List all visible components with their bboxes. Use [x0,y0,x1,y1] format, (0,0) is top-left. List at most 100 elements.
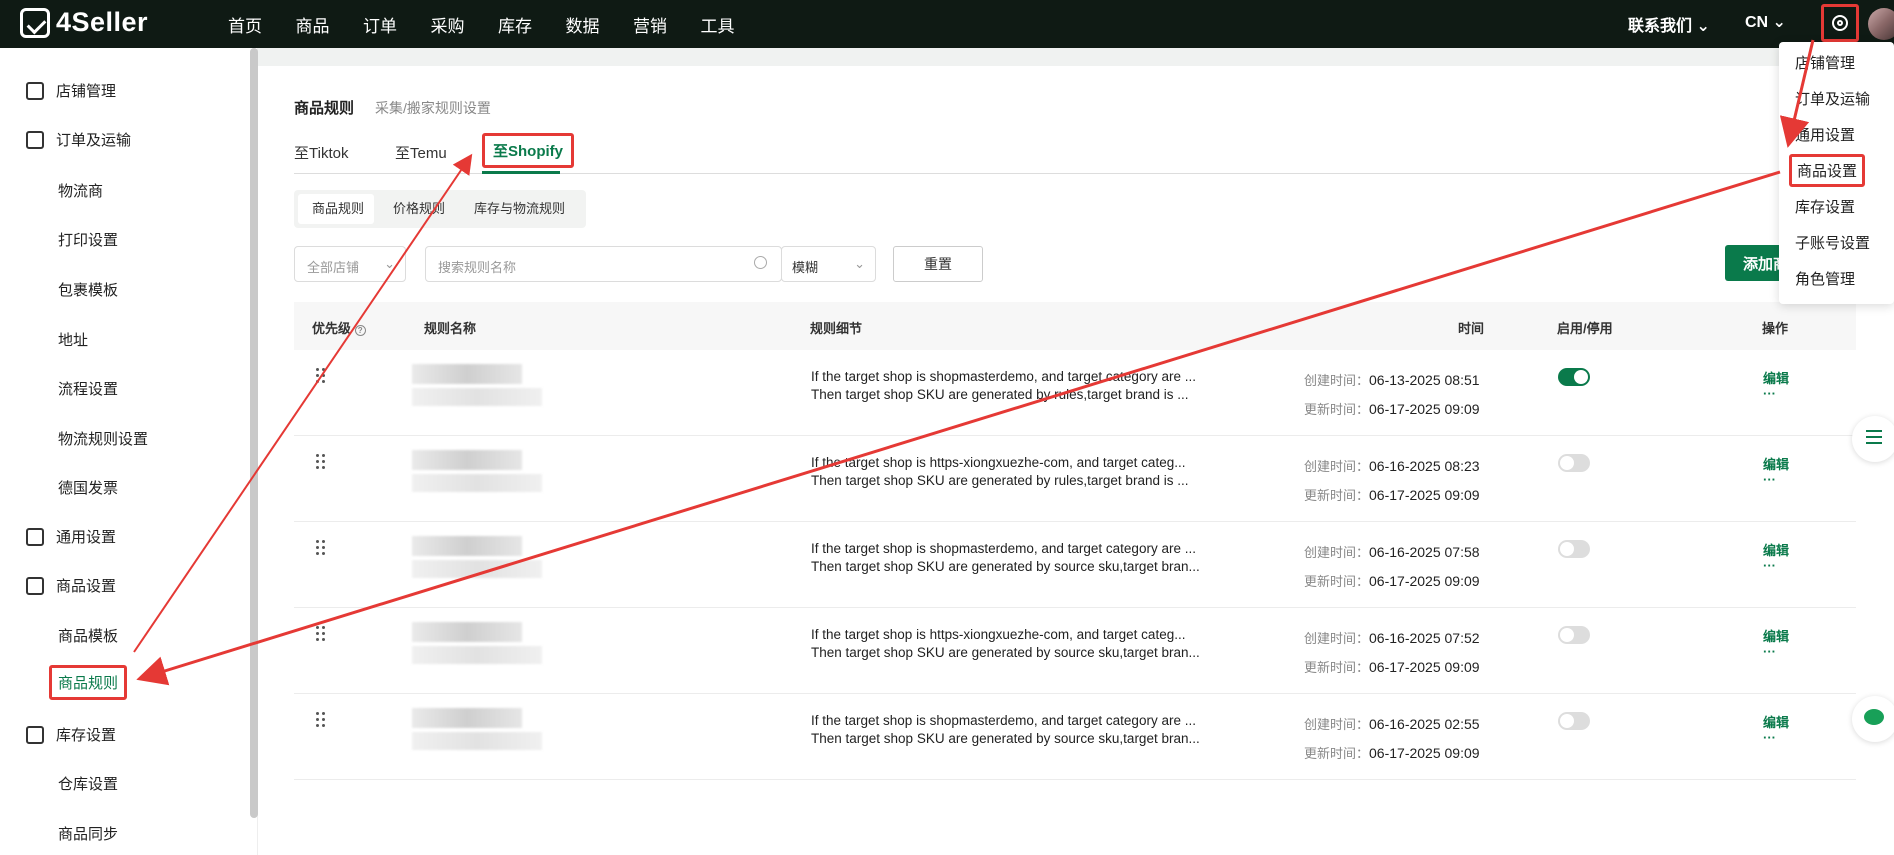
sidebar-item-product-rules[interactable]: 商品规则 [49,665,128,700]
menu-item-order-shipping[interactable]: 订单及运输 [1795,88,1870,109]
menu-item-general-settings[interactable]: 通用设置 [1795,124,1855,145]
updated-time: 更新时间：06-17-2025 09:09 [1304,659,1480,675]
sidebar-item-logistics-rules[interactable]: 物流规则设置 [58,428,148,449]
drag-handle-icon[interactable] [316,454,326,470]
drag-handle-icon[interactable] [316,712,326,728]
drag-handle-icon[interactable] [316,626,326,642]
edit-link[interactable]: 编辑 [1763,626,1789,645]
created-time: 创建时间：06-16-2025 07:58 [1304,544,1480,560]
contact-us-menu[interactable]: 联系我们 ⌄ [1628,12,1710,36]
nav-data[interactable]: 数据 [566,12,634,37]
rule-name-redacted [412,622,522,642]
rule-detail: If the target shop is shopmasterdemo, an… [811,368,1196,404]
created-time: 创建时间：06-13-2025 08:51 [1304,372,1480,388]
created-time: 创建时间：06-16-2025 02:55 [1304,716,1480,732]
rule-detail-result: Then target shop SKU are generated by ru… [811,387,1189,402]
sidebar-group-product-settings[interactable]: 商品设置 [26,575,116,596]
sidebar-item-print-settings[interactable]: 打印设置 [58,229,118,250]
rule-detail-condition: If the target shop is https-xiongxuezhe-… [811,455,1186,470]
inventory-icon [26,725,44,744]
enable-toggle[interactable] [1558,368,1590,386]
created-time: 创建时间：06-16-2025 08:23 [1304,458,1480,474]
subtab-inventory-logistics-rules[interactable]: 库存与物流规则 [474,198,565,217]
search-icon [754,256,767,269]
more-actions[interactable]: ··· [1763,386,1776,401]
sidebar-group-inventory-settings[interactable]: 库存设置 [26,724,116,745]
more-actions[interactable]: ··· [1763,644,1776,659]
nav-marketing[interactable]: 营销 [633,12,701,37]
sidebar-item-package-template[interactable]: 包裹模板 [58,279,118,300]
sidebar-group-shop-mgmt[interactable]: 店铺管理 [26,80,116,101]
tab-to-temu[interactable]: 至Temu [395,142,447,163]
main-nav: 首页 商品 订单 采购 库存 数据 营销 工具 [228,0,768,48]
nav-tools[interactable]: 工具 [701,12,769,37]
rule-name-redacted [412,708,522,728]
rule-detail: If the target shop is https-xiongxuezhe-… [811,454,1188,490]
more-actions[interactable]: ··· [1763,558,1776,573]
language-selector[interactable]: CN ⌄ [1745,12,1786,32]
enable-toggle[interactable] [1558,626,1590,644]
enable-toggle[interactable] [1558,540,1590,558]
more-actions[interactable]: ··· [1763,472,1776,487]
drag-handle-icon[interactable] [316,540,326,556]
avatar[interactable] [1868,8,1894,40]
rule-name-redacted-secondary [412,560,542,578]
rule-detail-result: Then target shop SKU are generated by so… [811,731,1200,746]
rule-name-redacted-secondary [412,732,542,750]
nav-inventory[interactable]: 库存 [498,12,566,37]
subtab-product-rules[interactable]: 商品规则 [312,198,364,217]
nav-orders[interactable]: 订单 [363,12,431,37]
logo[interactable]: 4Seller [20,7,148,38]
sidebar-scrollbar[interactable] [250,48,258,818]
floating-support-button[interactable] [1852,696,1894,742]
store-filter-select[interactable]: 全部店铺 ⌄ [294,246,406,282]
menu-item-product-settings[interactable]: 商品设置 [1789,154,1866,187]
table-row: If the target shop is shopmasterdemo, an… [294,350,1856,436]
rule-name-redacted-secondary [412,474,542,492]
printer-icon [26,527,44,546]
updated-time: 更新时间：06-17-2025 09:09 [1304,401,1480,417]
header-time: 时间 [1458,321,1485,336]
nav-purchase[interactable]: 采购 [431,12,499,37]
sidebar-item-carrier[interactable]: 物流商 [58,180,103,201]
sidebar-item-warehouse-settings[interactable]: 仓库设置 [58,773,118,794]
tab-to-shopify[interactable]: 至Shopify [482,133,574,168]
floating-search-button[interactable] [1852,416,1894,462]
edit-link[interactable]: 编辑 [1763,712,1789,731]
menu-item-role-management[interactable]: 角色管理 [1795,268,1855,289]
edit-link[interactable]: 编辑 [1763,368,1789,387]
tab-to-tiktok[interactable]: 至Tiktok [294,142,348,163]
rule-detail-result: Then target shop SKU are generated by so… [811,559,1200,574]
active-tab-indicator [482,171,560,174]
search-input[interactable]: 搜索规则名称 [425,246,782,282]
reset-button[interactable]: 重置 [893,246,983,282]
updated-time: 更新时间：06-17-2025 09:09 [1304,573,1480,589]
menu-item-inventory-settings[interactable]: 库存设置 [1795,196,1855,217]
clipboard-icon [26,130,44,149]
rule-name-redacted [412,450,522,470]
subtab-price-rules[interactable]: 价格规则 [393,198,445,217]
more-actions[interactable]: ··· [1763,730,1776,745]
sidebar-item-product-template[interactable]: 商品模板 [58,625,118,646]
enable-toggle[interactable] [1558,454,1590,472]
nav-home[interactable]: 首页 [228,12,296,37]
help-icon[interactable]: ? [354,325,366,336]
rule-name-redacted-secondary [412,646,542,664]
enable-toggle[interactable] [1558,712,1590,730]
sidebar-item-german-invoice[interactable]: 德国发票 [58,477,118,498]
sidebar-item-address[interactable]: 地址 [58,329,88,350]
nav-products[interactable]: 商品 [296,12,364,37]
sidebar-group-order-shipping[interactable]: 订单及运输 [26,129,131,150]
rule-name-redacted-secondary [412,388,542,406]
settings-button[interactable] [1821,4,1859,42]
table-row: If the target shop is https-xiongxuezhe-… [294,608,1856,694]
edit-link[interactable]: 编辑 [1763,540,1789,559]
menu-item-sub-account-settings[interactable]: 子账号设置 [1795,232,1870,253]
edit-link[interactable]: 编辑 [1763,454,1789,473]
match-mode-select[interactable]: 模糊 ⌄ [781,246,876,282]
sidebar-item-product-sync[interactable]: 商品同步 [58,823,118,844]
drag-handle-icon[interactable] [316,368,326,384]
sidebar-item-flow-settings[interactable]: 流程设置 [58,378,118,399]
menu-item-shop-mgmt[interactable]: 店铺管理 [1795,52,1855,73]
sidebar-group-general-settings[interactable]: 通用设置 [26,526,116,547]
